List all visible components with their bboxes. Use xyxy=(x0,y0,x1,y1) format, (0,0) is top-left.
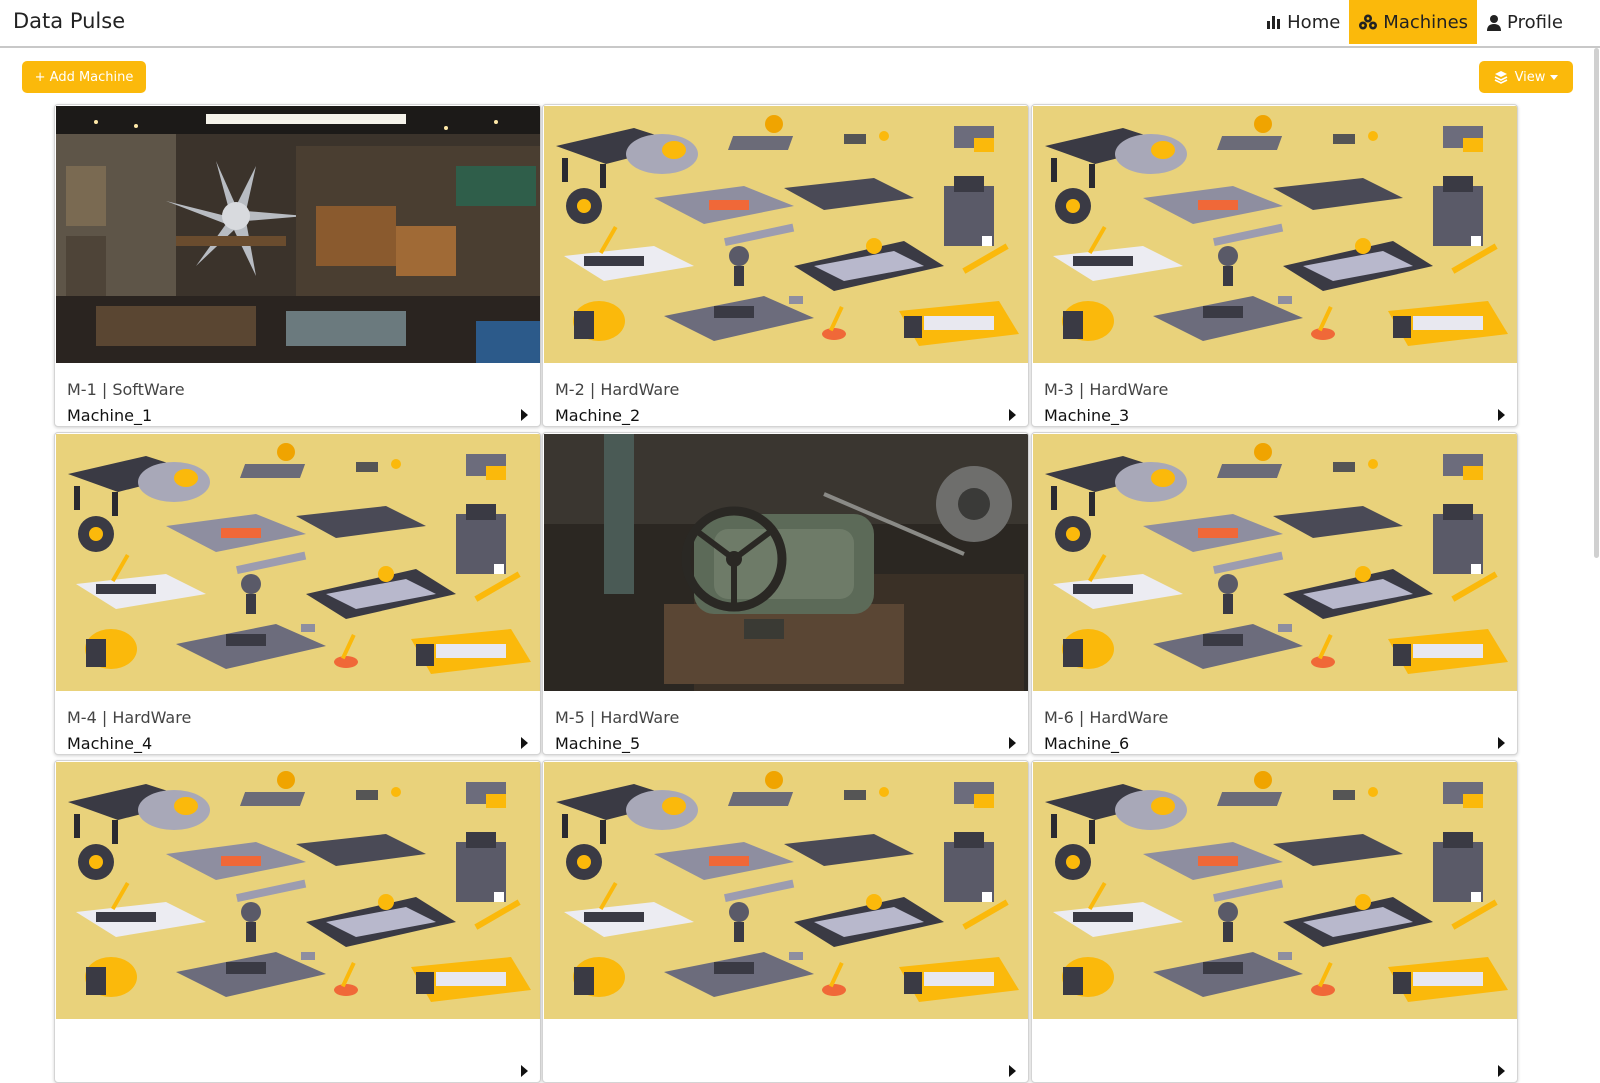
caret-right-icon[interactable] xyxy=(521,737,528,749)
machine-image[interactable] xyxy=(1033,762,1517,1019)
page-scrollbar[interactable] xyxy=(1594,48,1599,558)
machine-code-type: M-6 | HardWare xyxy=(1044,708,1169,727)
view-dropdown-button[interactable]: View xyxy=(1479,61,1573,93)
nav-item-label: Machines xyxy=(1383,11,1469,33)
nav-item-label: Home xyxy=(1287,11,1341,33)
machine-code-type: M-5 | HardWare xyxy=(555,708,680,727)
caret-right-icon[interactable] xyxy=(1009,409,1016,421)
nav-item-profile[interactable]: Profile xyxy=(1477,0,1572,44)
caret-right-icon[interactable] xyxy=(521,1065,528,1077)
caret-right-icon[interactable] xyxy=(1498,409,1505,421)
machine-card[interactable]: M-4 | HardWare Machine_4 xyxy=(54,432,541,755)
layers-icon xyxy=(1494,71,1507,84)
machine-image[interactable] xyxy=(1033,106,1517,363)
nav-menu: Home Machines Profile xyxy=(1257,0,1572,44)
machine-image[interactable] xyxy=(56,434,540,691)
machine-card[interactable]: M-3 | HardWare Machine_3 xyxy=(1031,104,1518,427)
bar-chart-icon xyxy=(1267,16,1281,29)
machine-image[interactable] xyxy=(1033,434,1517,691)
machine-code-type: M-1 | SoftWare xyxy=(67,380,185,399)
machine-code-type: M-3 | HardWare xyxy=(1044,380,1169,399)
caret-right-icon[interactable] xyxy=(1498,1065,1505,1077)
top-navbar: Data Pulse Home Machines Profile xyxy=(0,0,1600,48)
nav-item-machines[interactable]: Machines xyxy=(1349,0,1478,44)
machine-name: Machine_5 xyxy=(555,734,641,753)
nav-item-label: Profile xyxy=(1507,11,1563,33)
machine-card[interactable]: M-2 | HardWare Machine_2 xyxy=(542,104,1029,427)
caret-right-icon[interactable] xyxy=(1009,1065,1016,1077)
machine-name: Machine_4 xyxy=(67,734,153,753)
machine-card[interactable] xyxy=(542,760,1029,1083)
machine-image[interactable] xyxy=(56,762,540,1019)
nav-item-home[interactable]: Home xyxy=(1257,0,1349,44)
view-button-label: View xyxy=(1514,69,1546,85)
machine-card[interactable]: M-6 | HardWare Machine_6 xyxy=(1031,432,1518,755)
machine-code-type: M-2 | HardWare xyxy=(555,380,680,399)
caret-right-icon[interactable] xyxy=(1009,737,1016,749)
machine-name: Machine_1 xyxy=(67,406,153,425)
machine-image[interactable] xyxy=(544,434,1029,691)
cogs-icon xyxy=(1359,14,1378,30)
machine-code-type: M-4 | HardWare xyxy=(67,708,192,727)
machine-card[interactable] xyxy=(1031,760,1518,1083)
machine-card[interactable]: M-1 | SoftWare Machine_1 xyxy=(54,104,541,427)
user-icon xyxy=(1487,14,1502,31)
machine-image[interactable] xyxy=(56,106,540,363)
caret-down-icon xyxy=(1550,74,1559,80)
machine-name: Machine_2 xyxy=(555,406,641,425)
machine-image[interactable] xyxy=(544,106,1028,363)
machine-image[interactable] xyxy=(544,762,1028,1019)
machine-card[interactable] xyxy=(54,760,541,1083)
caret-right-icon[interactable] xyxy=(1498,737,1505,749)
caret-right-icon[interactable] xyxy=(521,409,528,421)
app-brand[interactable]: Data Pulse xyxy=(13,9,125,33)
machine-name: Machine_3 xyxy=(1044,406,1130,425)
add-machine-button[interactable]: + Add Machine xyxy=(22,61,146,93)
machine-card[interactable]: M-5 | HardWare Machine_5 xyxy=(542,432,1029,755)
machine-name: Machine_6 xyxy=(1044,734,1130,753)
